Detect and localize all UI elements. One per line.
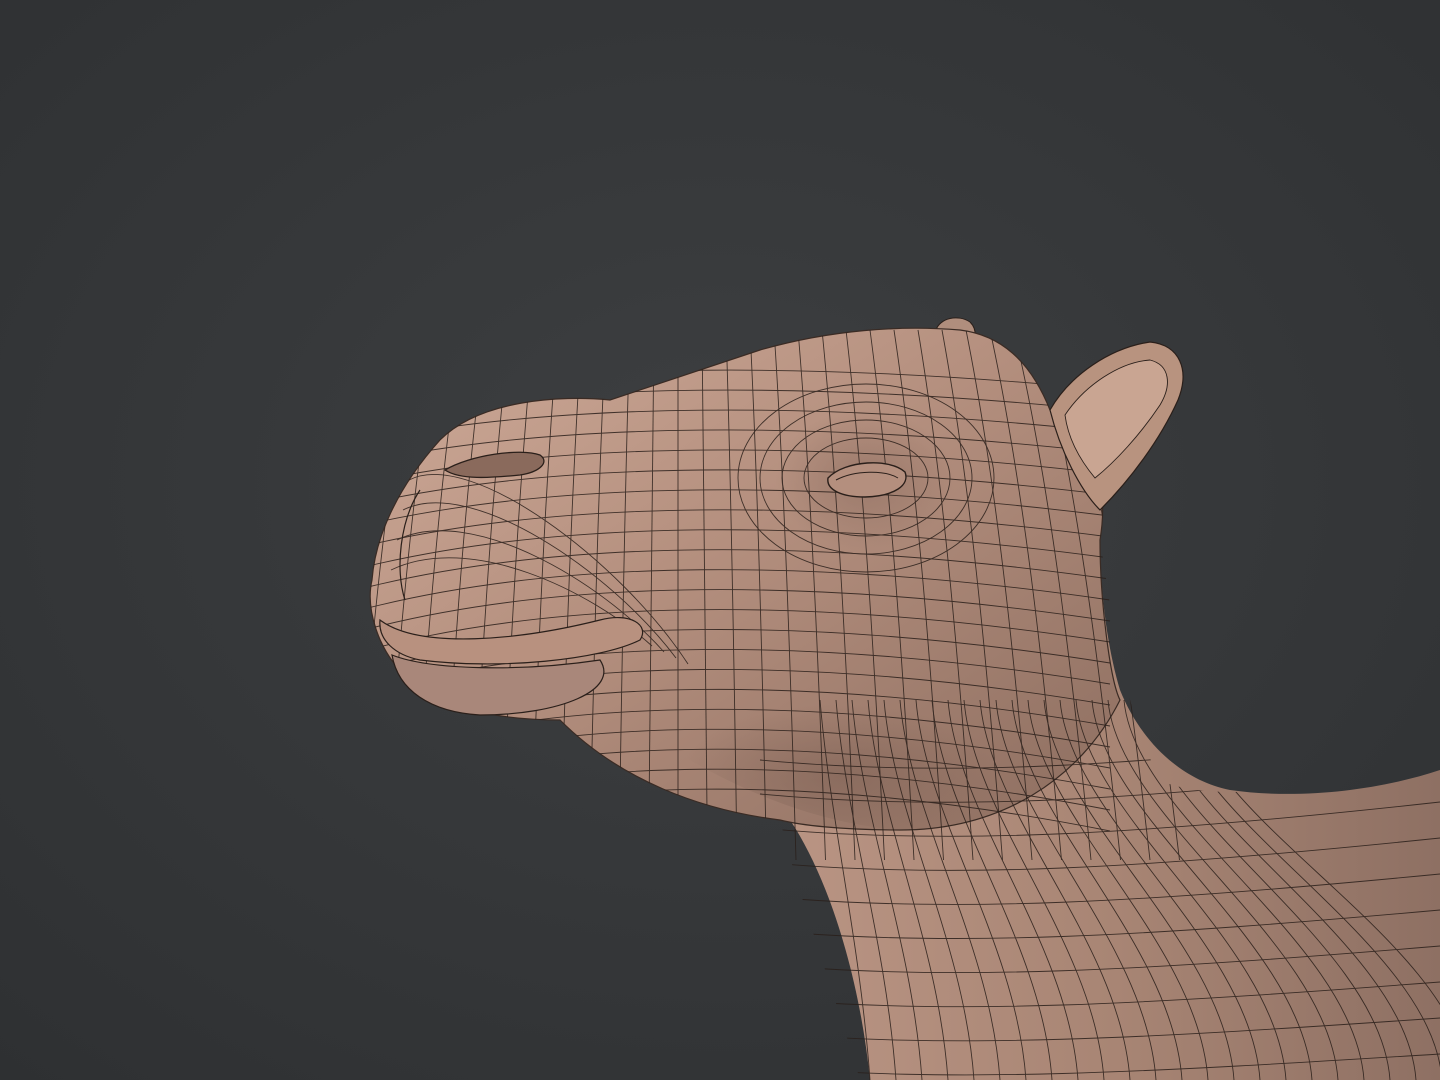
viewport-canvas	[0, 0, 1440, 1080]
3d-viewport[interactable]	[0, 0, 1440, 1080]
